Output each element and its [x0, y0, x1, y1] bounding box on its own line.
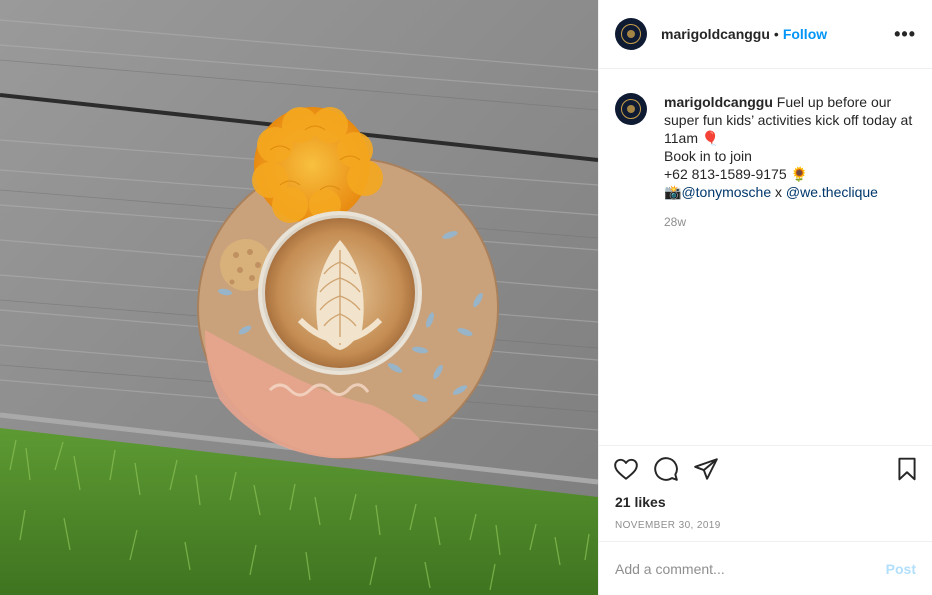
comment-icon[interactable]	[653, 456, 679, 482]
caption-username[interactable]: marigoldcanggu	[664, 94, 773, 110]
caption: marigoldcanggu Fuel up before our super …	[615, 93, 916, 231]
avatar[interactable]	[615, 18, 647, 50]
latte-cup	[258, 211, 422, 375]
instagram-post: marigoldcanggu • Follow ••• marigoldcang…	[0, 0, 932, 595]
action-bar	[599, 446, 932, 492]
post-comment-button[interactable]: Post	[886, 561, 916, 577]
comments-area: marigoldcanggu Fuel up before our super …	[599, 69, 932, 445]
heart-icon[interactable]	[613, 456, 639, 482]
logo-ring	[621, 24, 641, 44]
caption-connector: x	[771, 184, 786, 200]
caption-line-3: +62 813-1589-9175 🌻	[664, 166, 808, 182]
likes-count[interactable]: 21 likes	[599, 494, 932, 510]
add-comment-bar: Post	[599, 541, 932, 595]
caption-line-2: Book in to join	[664, 148, 752, 164]
bookmark-icon[interactable]	[894, 456, 920, 482]
actions-section: 21 likes November 30, 2019 Post	[599, 445, 932, 595]
mention-link-2[interactable]: @we.theclique	[786, 184, 878, 200]
caption-time-ago[interactable]: 28w	[664, 213, 916, 231]
post-date: November 30, 2019	[615, 520, 721, 531]
comment-input[interactable]	[615, 560, 886, 577]
caption-body: marigoldcanggu Fuel up before our super …	[664, 93, 916, 231]
caption-avatar[interactable]	[615, 93, 647, 125]
separator-dot: •	[773, 26, 779, 42]
camera-emoji: 📸	[664, 184, 682, 200]
share-icon[interactable]	[693, 456, 719, 482]
follow-button[interactable]: Follow	[783, 26, 827, 42]
more-options-icon[interactable]: •••	[894, 24, 916, 45]
coffee-photo-illustration	[0, 0, 598, 595]
post-header: marigoldcanggu • Follow •••	[599, 0, 932, 69]
username-link[interactable]: marigoldcanggu	[661, 26, 770, 42]
mention-link-1[interactable]: @tonymosche	[681, 184, 771, 200]
post-side-panel: marigoldcanggu • Follow ••• marigoldcang…	[598, 0, 932, 595]
post-photo[interactable]	[0, 0, 598, 595]
